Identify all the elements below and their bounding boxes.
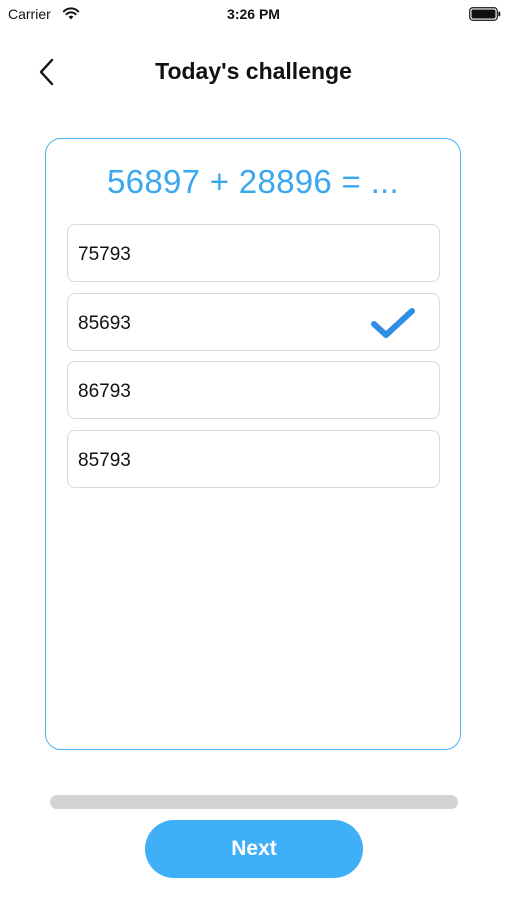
answer-option-1[interactable]: 75793 xyxy=(67,224,440,282)
challenge-card: 56897 + 28896 = ... 75793 85693 86793 85… xyxy=(45,138,461,750)
answer-option-2[interactable]: 85693 xyxy=(67,293,440,351)
challenge-question: 56897 + 28896 = ... xyxy=(107,163,399,200)
clock-time: 3:26 PM xyxy=(227,6,280,22)
checkmark-icon xyxy=(371,308,415,338)
answer-option-label: 85693 xyxy=(78,313,131,334)
next-button[interactable]: Next xyxy=(145,820,363,878)
battery-icon xyxy=(469,7,501,21)
answer-option-label: 85793 xyxy=(78,450,131,471)
answer-option-label: 75793 xyxy=(78,244,131,265)
progress-bar xyxy=(50,795,458,809)
status-bar: Carrier 3:26 PM xyxy=(0,0,507,28)
answer-option-4[interactable]: 85793 xyxy=(67,430,440,488)
answer-option-3[interactable]: 86793 xyxy=(67,361,440,419)
answer-option-label: 86793 xyxy=(78,381,131,402)
page-title: Today's challenge xyxy=(155,58,352,84)
